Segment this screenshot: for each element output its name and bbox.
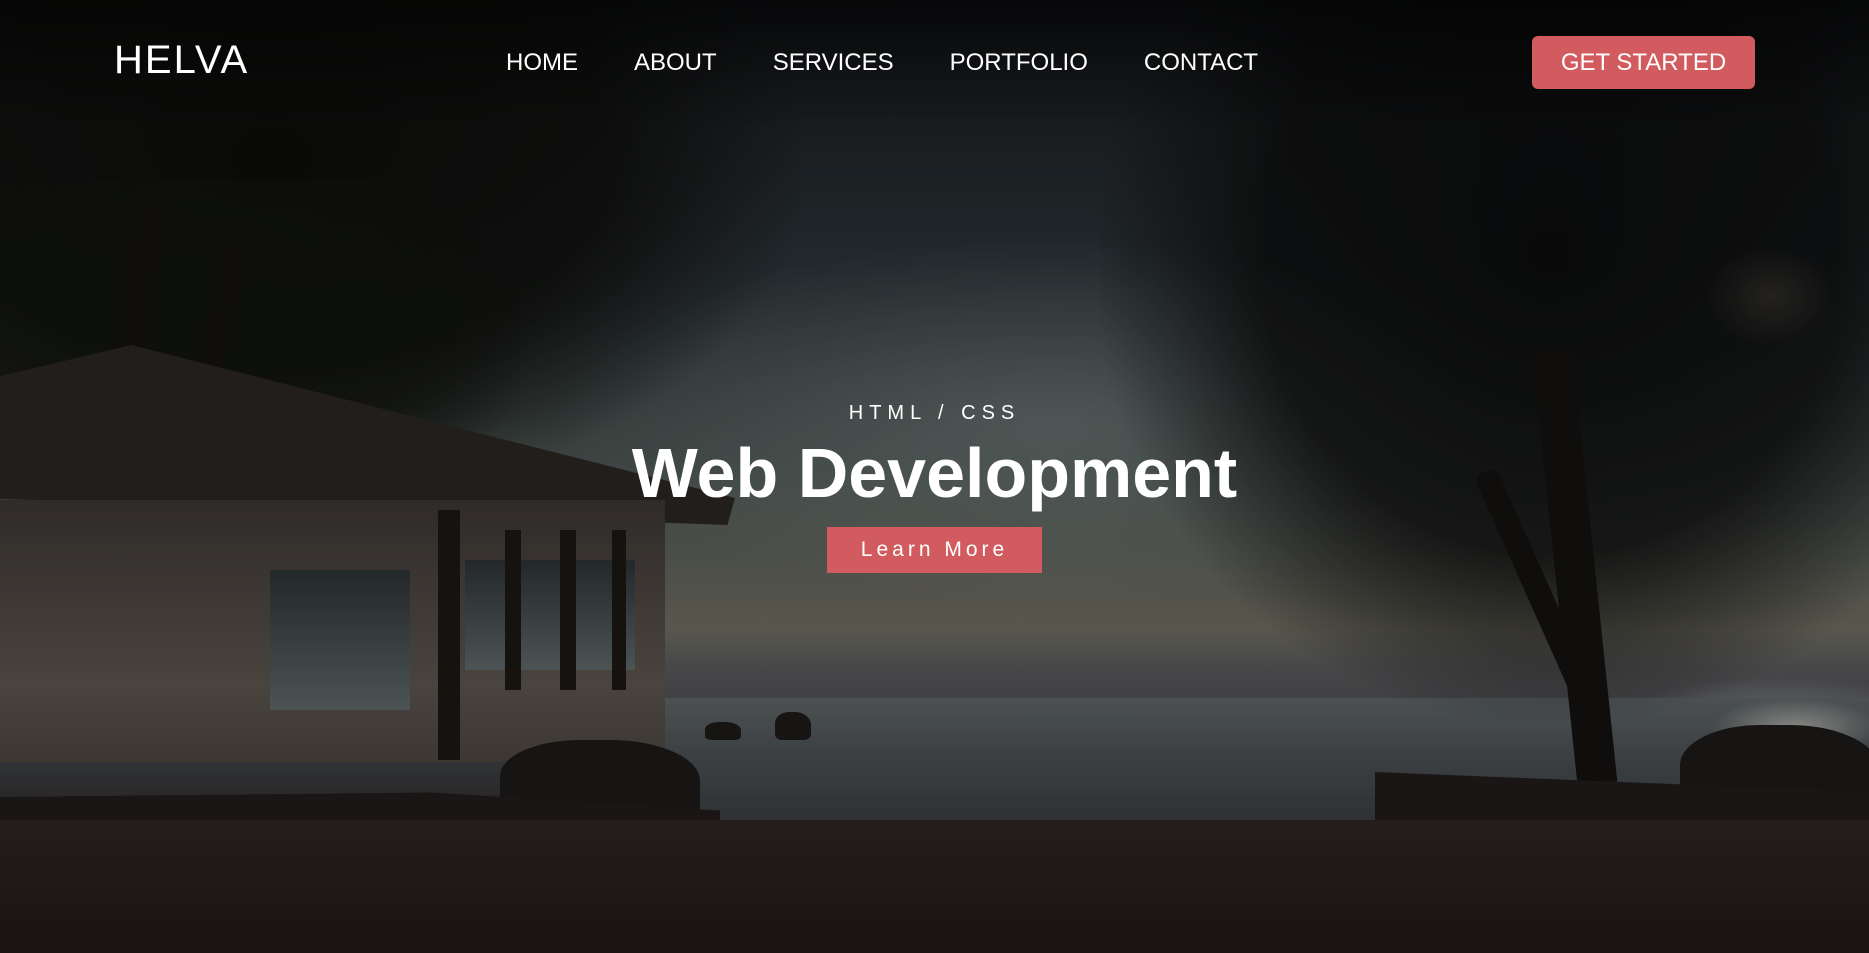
site-header: HELVA HOME ABOUT SERVICES PORTFOLIO CONT… — [0, 0, 1869, 125]
hero-content: HTML / CSS Web Development Learn More — [0, 400, 1869, 573]
hero-headline: Web Development — [631, 434, 1238, 512]
nav-link-services[interactable]: SERVICES — [773, 48, 894, 78]
learn-more-button[interactable]: Learn More — [827, 527, 1042, 573]
get-started-button[interactable]: GET STARTED — [1532, 36, 1755, 89]
nav-link-contact[interactable]: CONTACT — [1144, 48, 1258, 78]
nav-link-home[interactable]: HOME — [506, 48, 578, 78]
hero-eyebrow: HTML / CSS — [848, 402, 1021, 424]
nav-link-about[interactable]: ABOUT — [634, 48, 717, 78]
site-logo[interactable]: HELVA — [114, 38, 249, 83]
nav-link-portfolio[interactable]: PORTFOLIO — [950, 48, 1088, 78]
main-nav: HOME ABOUT SERVICES PORTFOLIO CONTACT — [506, 48, 1258, 78]
